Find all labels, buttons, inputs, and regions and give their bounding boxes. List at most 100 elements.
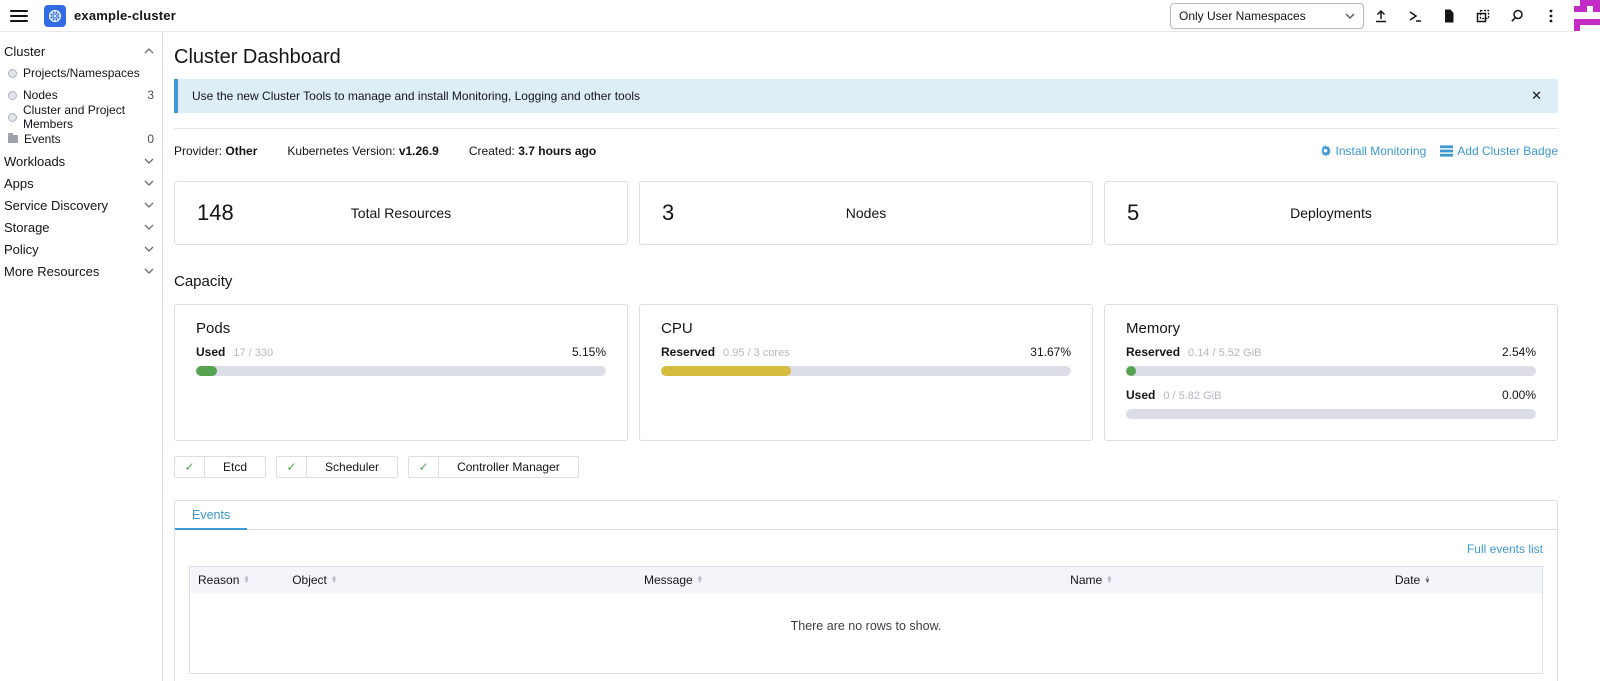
add-cluster-badge-label: Add Cluster Badge	[1457, 144, 1558, 158]
events-table: Reason▲▼ Object▲▼ Message▲▼ Name▲▼ Date▲…	[189, 566, 1543, 674]
cpu-progress-fill	[661, 366, 791, 376]
sidebar-group-more-resources[interactable]: More Resources	[0, 260, 162, 282]
column-header-name[interactable]: Name▲▼	[1062, 567, 1387, 594]
sidebar-item-cluster-members[interactable]: Cluster and Project Members	[0, 106, 162, 128]
namespace-icon	[8, 69, 17, 78]
sidebar-group-cluster[interactable]: Cluster	[0, 40, 162, 62]
banner-text: Use the new Cluster Tools to manage and …	[192, 89, 640, 103]
capacity-card-cpu: CPU Reserved 0.95 / 3 cores 31.67%	[639, 304, 1093, 441]
install-monitoring-link[interactable]: Install Monitoring	[1319, 144, 1427, 158]
chevron-up-icon	[144, 48, 154, 54]
check-icon: ✓	[277, 457, 307, 477]
pods-progress-fill	[196, 366, 217, 376]
memory-reserved-label: Reserved	[1126, 345, 1180, 359]
nodes-label: Nodes	[846, 205, 886, 221]
sidebar-group-apps[interactable]: Apps	[0, 172, 162, 194]
cpu-reserved-percent: 31.67%	[1030, 345, 1071, 359]
column-header-reason[interactable]: Reason▲▼	[190, 567, 285, 594]
shell-icon[interactable]	[1398, 3, 1432, 29]
page-title: Cluster Dashboard	[174, 46, 1558, 69]
component-label: Controller Manager	[439, 457, 578, 477]
kebab-menu-icon[interactable]	[1534, 3, 1568, 29]
sidebar-group-policy[interactable]: Policy	[0, 238, 162, 260]
events-panel: Events Full events list Reason▲▼ Object▲…	[174, 500, 1558, 681]
total-resources-label: Total Resources	[351, 205, 451, 221]
sidebar-item-label: Events	[24, 132, 61, 146]
user-avatar[interactable]	[1574, 0, 1600, 32]
sidebar-group-label: Cluster	[4, 44, 45, 59]
copy-icon[interactable]	[1466, 3, 1500, 29]
sidebar-item-events[interactable]: Events 0	[0, 128, 162, 150]
capacity-card-memory: Memory Reserved 0.14 / 5.52 GiB 2.54% Us…	[1104, 304, 1558, 441]
sidebar-group-label: Service Discovery	[4, 198, 108, 213]
nodes-count-badge: 3	[147, 88, 154, 102]
chevron-down-icon	[144, 224, 154, 230]
nodes-count: 3	[662, 200, 674, 226]
memory-used-label: Used	[1126, 388, 1155, 402]
hamburger-menu-icon[interactable]	[10, 10, 28, 22]
glance-row: Provider: Other Kubernetes Version: v1.2…	[174, 144, 1558, 158]
created-label: Created:	[469, 144, 515, 158]
provider-value: Other	[225, 144, 257, 158]
cpu-progress-track	[661, 366, 1071, 376]
stat-card-nodes: 3 Nodes	[639, 181, 1093, 245]
component-badge-etcd: ✓ Etcd	[174, 456, 266, 478]
node-icon	[8, 91, 17, 100]
events-tabbar: Events	[175, 501, 1557, 530]
provider-info: Provider: Other	[174, 144, 257, 158]
cpu-reserved-label: Reserved	[661, 345, 715, 359]
sidebar-group-service-discovery[interactable]: Service Discovery	[0, 194, 162, 216]
install-monitoring-label: Install Monitoring	[1336, 144, 1427, 158]
namespace-filter-dropdown[interactable]: Only User Namespaces	[1170, 3, 1364, 29]
divider	[174, 128, 1558, 129]
add-cluster-badge-link[interactable]: Add Cluster Badge	[1440, 144, 1558, 158]
sidebar-item-label: Cluster and Project Members	[23, 103, 154, 131]
close-icon[interactable]: ✕	[1529, 88, 1544, 104]
memory-used-progress-track	[1126, 409, 1536, 419]
search-icon[interactable]	[1500, 3, 1534, 29]
tab-events[interactable]: Events	[175, 501, 247, 530]
pods-used-detail: 17 / 330	[233, 347, 273, 359]
upload-icon[interactable]	[1364, 3, 1398, 29]
sidebar-group-label: Policy	[4, 242, 39, 257]
cluster-tools-banner: Use the new Cluster Tools to manage and …	[174, 79, 1558, 113]
sidebar-group-label: Apps	[4, 176, 34, 191]
empty-state-row: There are no rows to show.	[190, 593, 1543, 674]
namespace-filter-value: Only User Namespaces	[1179, 9, 1345, 23]
memory-reserved-percent: 2.54%	[1502, 345, 1536, 359]
sidebar-item-label: Nodes	[23, 88, 58, 102]
memory-used-percent: 0.00%	[1502, 388, 1536, 402]
sidebar-nav: Cluster Projects/Namespaces Nodes 3 Clus…	[0, 32, 163, 681]
stat-card-deployments: 5 Deployments	[1104, 181, 1558, 245]
empty-state-message: There are no rows to show.	[190, 593, 1543, 674]
k8s-version-label: Kubernetes Version:	[287, 144, 395, 158]
sidebar-group-label: More Resources	[4, 264, 99, 279]
chevron-down-icon	[144, 158, 154, 164]
column-header-date[interactable]: Date▲▼	[1387, 567, 1543, 594]
badge-icon	[1440, 145, 1453, 157]
component-label: Scheduler	[307, 457, 397, 477]
chevron-down-icon	[144, 180, 154, 186]
column-header-object[interactable]: Object▲▼	[284, 567, 636, 594]
sidebar-group-label: Workloads	[4, 154, 65, 169]
sort-icon: ▲▼	[331, 576, 337, 584]
sort-icon: ▲▼	[1106, 576, 1112, 584]
created-info: Created: 3.7 hours ago	[469, 144, 596, 158]
provider-label: Provider:	[174, 144, 222, 158]
members-icon	[8, 113, 17, 122]
pods-progress-track	[196, 366, 606, 376]
file-icon[interactable]	[1432, 3, 1466, 29]
sort-icon: ▲▼	[697, 576, 703, 584]
column-header-message[interactable]: Message▲▼	[636, 567, 1062, 594]
component-badge-controller-manager: ✓ Controller Manager	[408, 456, 579, 478]
pods-used-label: Used	[196, 345, 225, 359]
component-label: Etcd	[205, 457, 265, 477]
stat-cards: 148 Total Resources 3 Nodes 5 Deployment…	[174, 181, 1558, 245]
sidebar-group-storage[interactable]: Storage	[0, 216, 162, 238]
kubernetes-version-info: Kubernetes Version: v1.26.9	[287, 144, 438, 158]
full-events-list-link[interactable]: Full events list	[1467, 542, 1543, 556]
chevron-down-icon	[1345, 13, 1355, 19]
sort-icon: ▲▼	[1424, 576, 1430, 584]
sidebar-group-workloads[interactable]: Workloads	[0, 150, 162, 172]
sidebar-item-projects-namespaces[interactable]: Projects/Namespaces	[0, 62, 162, 84]
